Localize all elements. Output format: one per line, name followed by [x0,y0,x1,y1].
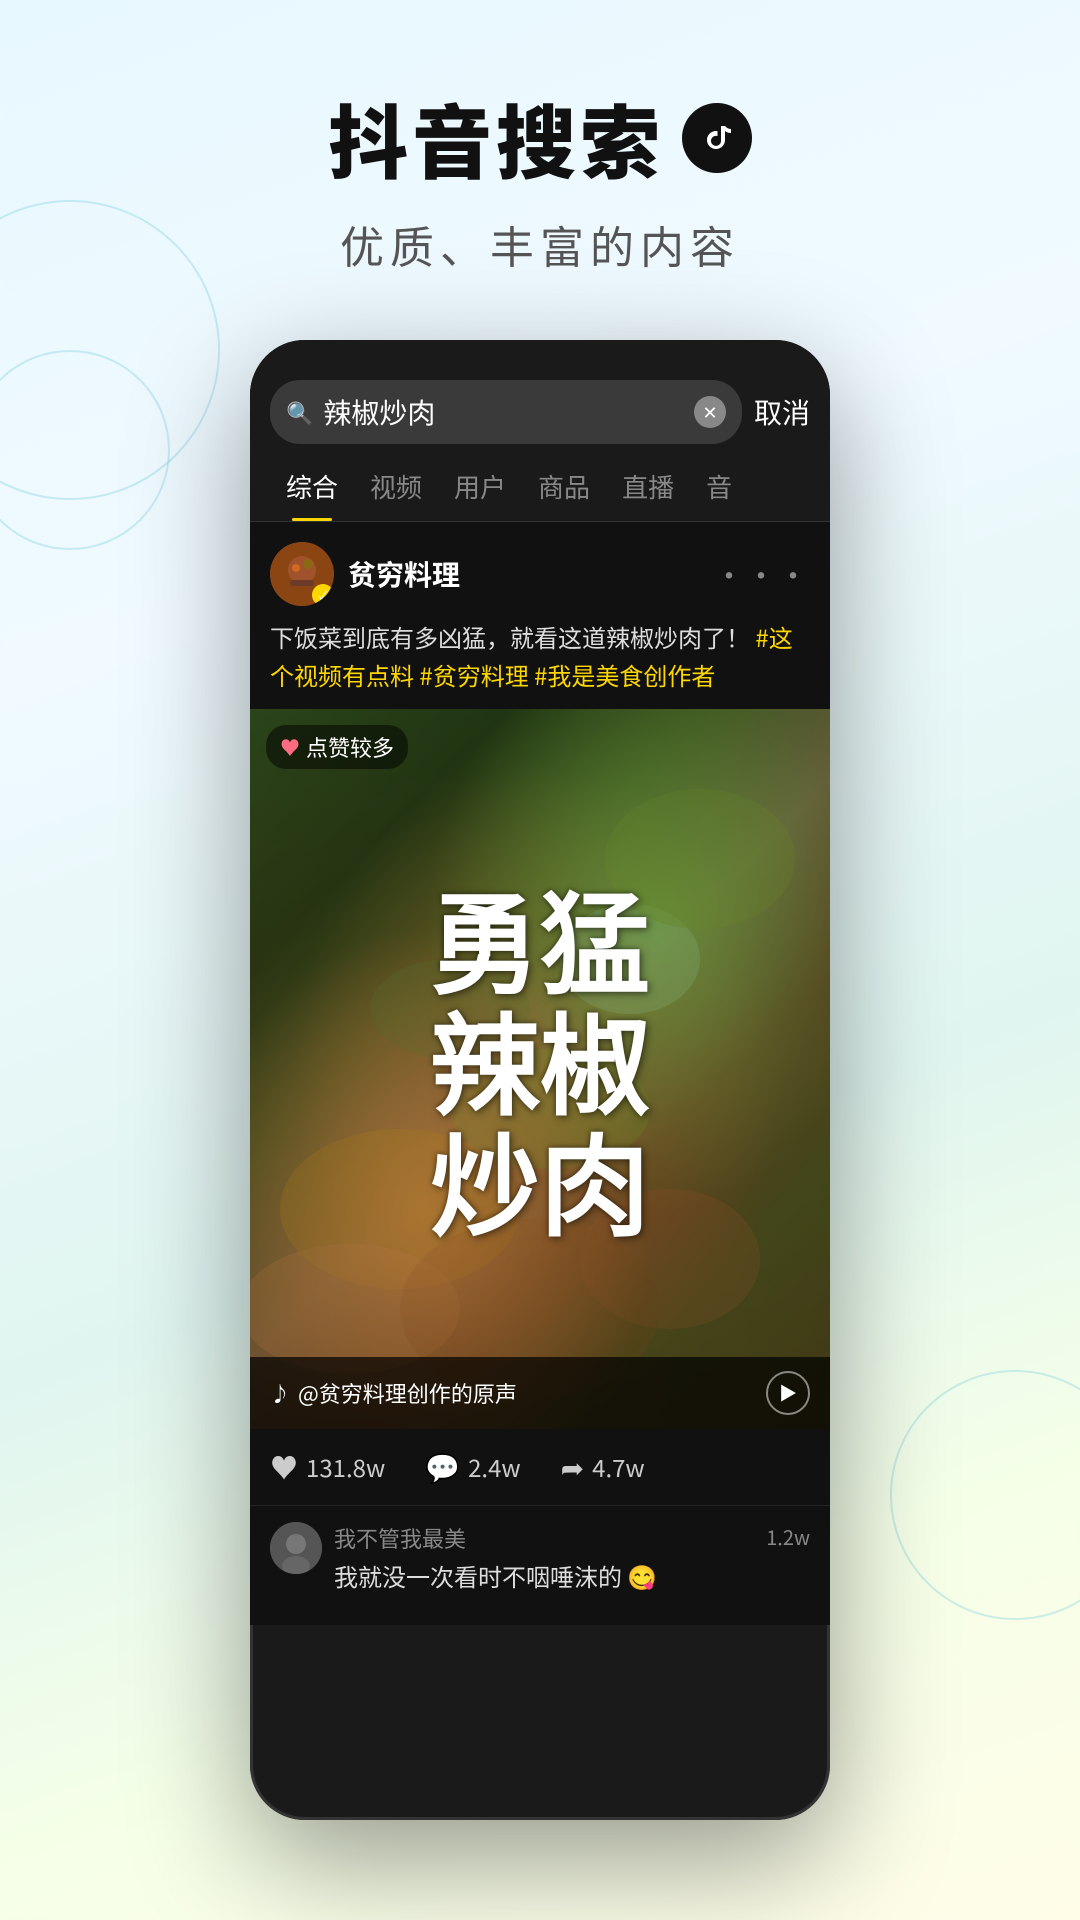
share-icon: ➦ [561,1447,584,1487]
likes-badge: ♥ 点赞较多 [266,725,408,769]
like-interaction[interactable]: ♥ 131.8w [270,1447,385,1487]
comment-count: 2.4w [468,1449,521,1484]
tiktok-small-icon: ♪ [270,1378,290,1407]
like-count: 131.8w [306,1449,385,1484]
video-overlay-text: 勇猛辣椒炒肉 [250,709,830,1429]
search-icon: 🔍 [286,396,313,428]
cancel-search-button[interactable]: 取消 [754,392,810,432]
commenter-avatar [270,1522,322,1574]
commenter-avatar-img [270,1522,322,1574]
likes-badge-text: 点赞较多 [306,731,394,763]
search-input-box[interactable]: 🔍 辣椒炒肉 ✕ [270,380,742,444]
audio-text: @贫穷料理创作的原声 [298,1377,517,1409]
comment-likes: 1.2w [766,1522,810,1551]
comment-item: 我不管我最美 我就没一次看时不咽唾沫的 😋 1.2w [270,1522,810,1593]
interaction-bar: ♥ 131.8w 💬 2.4w ➦ 4.7w [250,1429,830,1506]
tab-视频[interactable]: 视频 [354,460,438,521]
more-options-button[interactable]: ··· [714,552,810,596]
content-area: ✓ 贫穷料理 ··· 下饭菜到底有多凶猛，就看这道辣椒炒肉了！ #这个视频有点料… [250,522,830,1625]
audio-bar: ♪ @贫穷料理创作的原声 ▶ [250,1357,830,1429]
clear-icon: ✕ [702,399,717,425]
tab-综合[interactable]: 综合 [270,460,354,521]
video-calligraphy-text: 勇猛辣椒炒肉 [410,867,670,1270]
comment-content: 我不管我最美 我就没一次看时不咽唾沫的 😋 [334,1522,754,1593]
clear-search-button[interactable]: ✕ [694,396,726,428]
post-description: 下饭菜到底有多凶猛，就看这道辣椒炒肉了！ #这个视频有点料 #贫穷料理 #我是美… [250,618,830,709]
comment-icon: 💬 [425,1447,460,1487]
phone-mockup: 🔍 辣椒炒肉 ✕ 取消 综合 视频 用户 商品 直播 [250,340,830,1820]
comment-text: 我就没一次看时不咽唾沫的 😋 [334,1558,754,1593]
post-desc-text: 下饭菜到底有多凶猛，就看这道辣椒炒肉了！ [270,619,750,654]
heart-icon: ♥ [280,732,300,761]
tab-商品[interactable]: 商品 [522,460,606,521]
avatar[interactable]: ✓ [270,542,334,606]
tabs-row: 综合 视频 用户 商品 直播 音 [250,444,830,522]
video-background: 勇猛辣椒炒肉 [250,709,830,1429]
post-header: ✓ 贫穷料理 ··· [250,522,830,618]
comment-interaction[interactable]: 💬 2.4w [425,1447,520,1487]
main-title-container: 抖音搜索 [0,80,1080,196]
app-title: 抖音搜索 [328,80,664,196]
tab-直播[interactable]: 直播 [606,460,690,521]
hashtag-3[interactable]: #我是美食创作者 [534,657,715,692]
audio-info: ♪ @贫穷料理创作的原声 [270,1377,756,1409]
user-info: ✓ 贫穷料理 [270,542,460,606]
share-interaction[interactable]: ➦ 4.7w [561,1447,645,1487]
username[interactable]: 贫穷料理 [348,554,460,594]
play-icon: ▶ [779,1380,797,1406]
tab-音[interactable]: 音 [690,460,748,521]
video-container[interactable]: 勇猛辣椒炒肉 ♥ 点赞较多 ♪ @贫穷料理创作的原声 ▶ [250,709,830,1429]
hashtag-2[interactable]: #贫穷料理 [419,657,528,692]
comments-area: 我不管我最美 我就没一次看时不咽唾沫的 😋 1.2w [250,1506,830,1625]
tab-用户[interactable]: 用户 [438,460,522,521]
bg-decoration-circle-3 [890,1370,1080,1620]
verified-badge: ✓ [312,584,334,606]
play-button[interactable]: ▶ [766,1371,810,1415]
search-bar-area: 🔍 辣椒炒肉 ✕ 取消 [250,340,830,444]
tiktok-logo-icon [682,103,752,173]
share-count: 4.7w [592,1449,645,1484]
phone-frame: 🔍 辣椒炒肉 ✕ 取消 综合 视频 用户 商品 直播 [250,340,830,1820]
like-icon: ♥ [270,1447,298,1487]
search-query-text: 辣椒炒肉 [323,392,684,432]
commenter-name: 我不管我最美 [334,1522,754,1554]
